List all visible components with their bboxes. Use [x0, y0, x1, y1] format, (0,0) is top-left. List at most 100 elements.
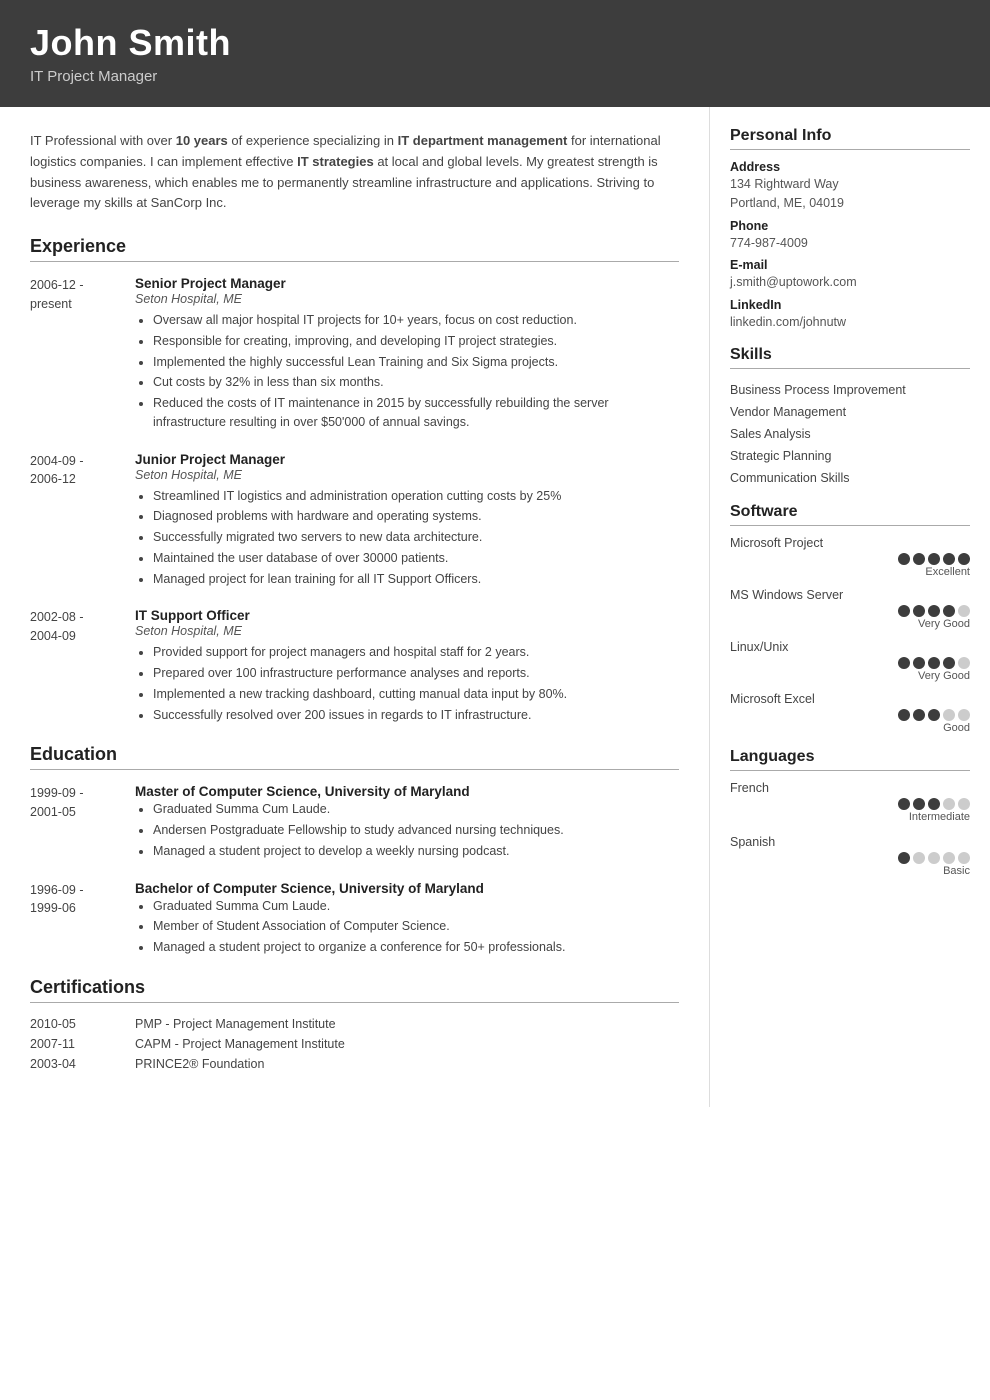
bullet-item: Oversaw all major hospital IT projects f… [153, 311, 679, 330]
skill-dot [913, 553, 925, 565]
dots-row [730, 852, 970, 864]
candidate-name: John Smith [30, 22, 960, 64]
skill-dot [943, 553, 955, 565]
entry-bullets: Provided support for project managers an… [135, 643, 679, 724]
cert-date: 2010-05 [30, 1017, 135, 1031]
bullet-item: Implemented a new tracking dashboard, cu… [153, 685, 679, 704]
skill-level-label: Very Good [730, 618, 970, 630]
education-section-title: Education [30, 744, 679, 770]
bullet-item: Managed a student project to develop a w… [153, 842, 679, 861]
skill-dot [913, 605, 925, 617]
lang-dot [958, 798, 970, 810]
software-entry: MS Windows Server Very Good [730, 588, 970, 630]
personal-info-title: Personal Info [730, 127, 970, 150]
lang-dot [913, 852, 925, 864]
dots-row [730, 605, 970, 617]
address-value: 134 Rightward WayPortland, ME, 04019 [730, 175, 970, 213]
entry-date: 2002-08 -2004-09 [30, 608, 135, 726]
entry-title: Junior Project Manager [135, 452, 679, 467]
experience-entry: 2004-09 -2006-12 Junior Project Manager … [30, 452, 679, 591]
software-name: Linux/Unix [730, 640, 970, 654]
entry-content: Master of Computer Science, University o… [135, 784, 679, 862]
language-level-label: Basic [730, 865, 970, 877]
main-layout: IT Professional with over 10 years of ex… [0, 107, 990, 1107]
skill-dot [943, 709, 955, 721]
language-name: French [730, 781, 970, 795]
left-column: IT Professional with over 10 years of ex… [0, 107, 710, 1107]
education-entries: 1999-09 -2001-05 Master of Computer Scie… [30, 784, 679, 959]
skills-list: Business Process ImprovementVendor Manag… [730, 379, 970, 489]
skill-level-label: Good [730, 722, 970, 734]
bullet-item: Maintained the user database of over 300… [153, 549, 679, 568]
resume-header: John Smith IT Project Manager [0, 0, 990, 107]
bullet-item: Reduced the costs of IT maintenance in 2… [153, 394, 679, 432]
cert-date: 2007-11 [30, 1037, 135, 1051]
skill-dot [958, 605, 970, 617]
software-entry: Microsoft Project Excellent [730, 536, 970, 578]
cert-entry: 2007-11 CAPM - Project Management Instit… [30, 1037, 679, 1051]
entry-content: IT Support Officer Seton Hospital, ME Pr… [135, 608, 679, 726]
skill-dot [913, 657, 925, 669]
cert-date: 2003-04 [30, 1057, 135, 1071]
skill-dot [958, 553, 970, 565]
bullet-item: Streamlined IT logistics and administrat… [153, 487, 679, 506]
experience-entry: 2006-12 -present Senior Project Manager … [30, 276, 679, 434]
cert-entry: 2003-04 PRINCE2® Foundation [30, 1057, 679, 1071]
skill-level-label: Very Good [730, 670, 970, 682]
entry-content: Junior Project Manager Seton Hospital, M… [135, 452, 679, 591]
bullet-item: Diagnosed problems with hardware and ope… [153, 507, 679, 526]
certification-entries: 2010-05 PMP - Project Management Institu… [30, 1017, 679, 1071]
dots-row [730, 553, 970, 565]
personal-email: E-mail j.smith@uptowork.com [730, 258, 970, 292]
bullet-item: Member of Student Association of Compute… [153, 917, 679, 936]
software-section-title: Software [730, 503, 970, 526]
cert-entry: 2010-05 PMP - Project Management Institu… [30, 1017, 679, 1031]
lang-dot [913, 798, 925, 810]
experience-entries: 2006-12 -present Senior Project Manager … [30, 276, 679, 726]
linkedin-value: linkedin.com/johnutw [730, 313, 970, 332]
email-label: E-mail [730, 258, 970, 272]
candidate-title: IT Project Manager [30, 68, 960, 85]
language-entry: French Intermediate [730, 781, 970, 823]
phone-value: 774-987-4009 [730, 234, 970, 253]
right-column: Personal Info Address 134 Rightward WayP… [710, 107, 990, 919]
skill-item: Communication Skills [730, 467, 970, 489]
entry-date: 2004-09 -2006-12 [30, 452, 135, 591]
lang-dot [958, 852, 970, 864]
personal-linkedin: LinkedIn linkedin.com/johnutw [730, 298, 970, 332]
language-name: Spanish [730, 835, 970, 849]
skill-item: Strategic Planning [730, 445, 970, 467]
email-value: j.smith@uptowork.com [730, 273, 970, 292]
bullet-item: Implemented the highly successful Lean T… [153, 353, 679, 372]
entry-org: Seton Hospital, ME [135, 292, 679, 306]
dots-row [730, 798, 970, 810]
lang-dot [928, 852, 940, 864]
bullet-item: Cut costs by 32% in less than six months… [153, 373, 679, 392]
bullet-item: Prepared over 100 infrastructure perform… [153, 664, 679, 683]
entry-org: Seton Hospital, ME [135, 624, 679, 638]
software-entry: Microsoft Excel Good [730, 692, 970, 734]
skill-dot [898, 709, 910, 721]
experience-section-title: Experience [30, 236, 679, 262]
lang-dot [898, 852, 910, 864]
dots-row [730, 657, 970, 669]
skill-dot [898, 657, 910, 669]
skill-dot [928, 605, 940, 617]
bullet-item: Successfully resolved over 200 issues in… [153, 706, 679, 725]
lang-dot [898, 798, 910, 810]
entry-content: Senior Project Manager Seton Hospital, M… [135, 276, 679, 434]
entry-org: Seton Hospital, ME [135, 468, 679, 482]
skill-dot [928, 553, 940, 565]
skill-dot [943, 605, 955, 617]
bullet-item: Successfully migrated two servers to new… [153, 528, 679, 547]
entry-title: Master of Computer Science, University o… [135, 784, 679, 799]
software-entry: Linux/Unix Very Good [730, 640, 970, 682]
linkedin-label: LinkedIn [730, 298, 970, 312]
entry-title: Senior Project Manager [135, 276, 679, 291]
education-entry: 1999-09 -2001-05 Master of Computer Scie… [30, 784, 679, 862]
cert-name: PRINCE2® Foundation [135, 1057, 264, 1071]
dots-row [730, 709, 970, 721]
skill-dot [898, 553, 910, 565]
skill-dot [958, 657, 970, 669]
bullet-item: Responsible for creating, improving, and… [153, 332, 679, 351]
